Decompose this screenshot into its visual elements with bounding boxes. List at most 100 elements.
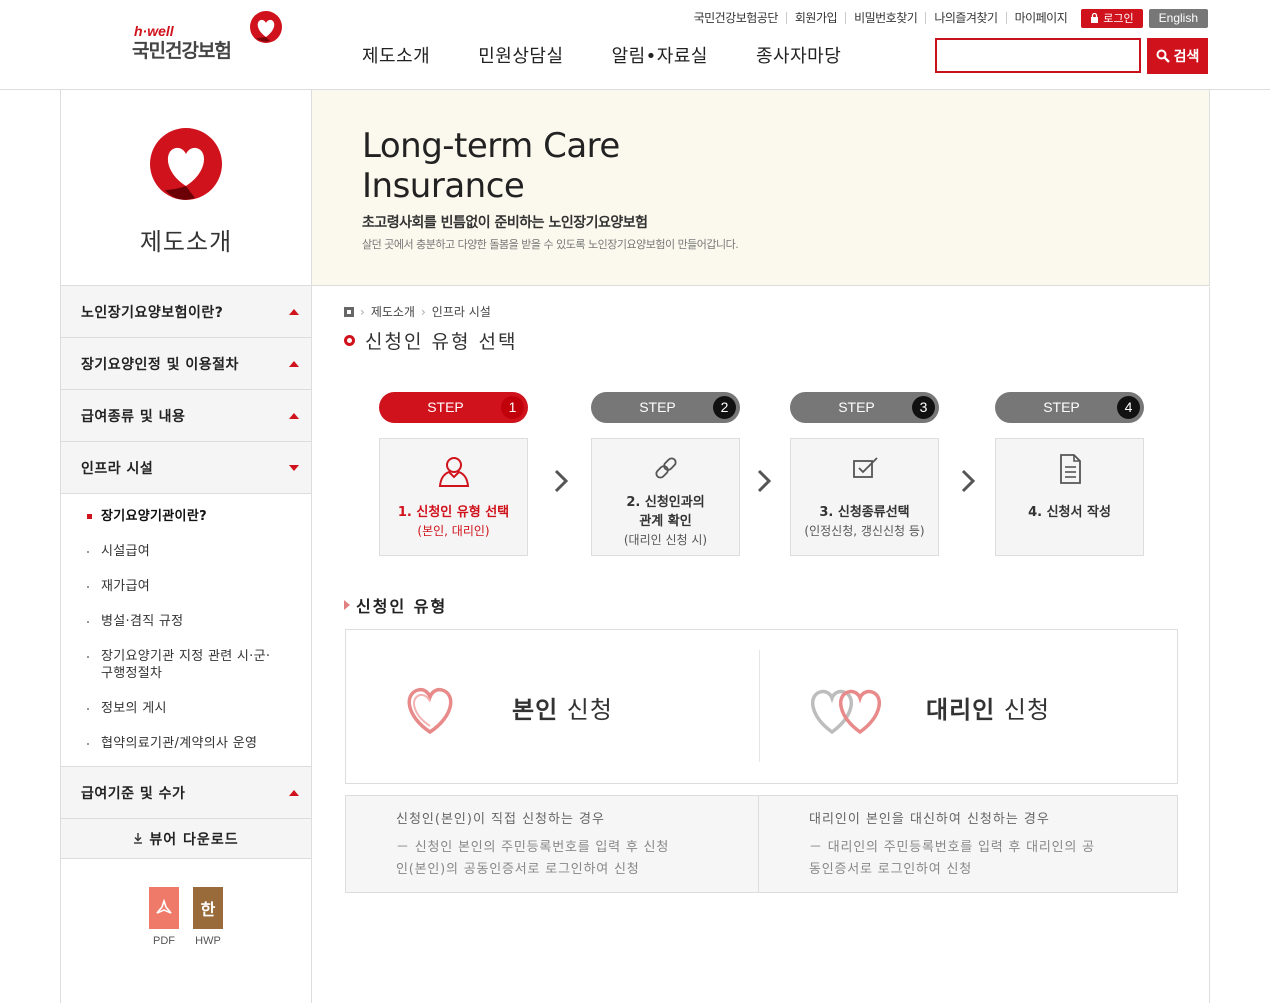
step-2: STEP 2 2. 신청인과의 관계 확인 (대리인 신청 시) bbox=[591, 392, 740, 556]
hwp-file-icon: 한 bbox=[193, 887, 223, 929]
step-box: 1. 신청인 유형 선택 (본인, 대리인) bbox=[379, 438, 528, 556]
page-title-text: 신청인 유형 선택 bbox=[365, 331, 518, 353]
step-pill-label: STEP bbox=[1043, 399, 1080, 415]
chevron-right-icon bbox=[757, 469, 772, 493]
step-4: STEP 4 4. 신청서 작성 bbox=[995, 392, 1144, 556]
main-content: › 제도소개 › 인프라 시설 신청인 유형 선택 STEP 1 1. 신청인 유… bbox=[312, 287, 1210, 1003]
submenu-item-institution[interactable]: 장기요양기관이란? bbox=[61, 508, 311, 525]
proxy-apply-bold: 대리인 bbox=[926, 696, 996, 724]
viewer-download-label: 뷰어 다운로드 bbox=[149, 831, 239, 848]
chevron-right-icon: › bbox=[420, 304, 426, 319]
proxy-apply-description: 대리인이 본인을 대신하여 신청하는 경우 － 대리인의 주민등록번호를 입력 … bbox=[758, 796, 1170, 892]
submenu-item-posting[interactable]: 정보의 게시 bbox=[61, 700, 311, 717]
step-pill: STEP 3 bbox=[790, 392, 939, 423]
chevron-right-icon: › bbox=[360, 304, 365, 319]
step-line1: 4. 신청서 작성 bbox=[1028, 505, 1111, 520]
caret-up-icon bbox=[289, 360, 299, 367]
banner-title-line2: Insurance bbox=[362, 166, 525, 206]
circle-bullet-icon bbox=[344, 335, 355, 346]
viewer-download-button[interactable]: 뷰어 다운로드 bbox=[61, 819, 311, 859]
search-input[interactable] bbox=[935, 38, 1141, 73]
step-line2: 관계 확인 bbox=[639, 514, 692, 529]
util-link-mypage[interactable]: 마이페이지 bbox=[1005, 12, 1076, 24]
util-link-join[interactable]: 회원가입 bbox=[785, 12, 845, 24]
description-heading: 신청인(본인)이 직접 신청하는 경우 bbox=[396, 812, 605, 827]
english-button[interactable]: English bbox=[1148, 8, 1208, 28]
banner: Long-term Care Insurance 초고령사회를 빈틈없이 준비하… bbox=[312, 90, 1210, 286]
search-button[interactable]: 검색 bbox=[1147, 38, 1208, 74]
self-apply-rest: 신청 bbox=[558, 696, 613, 724]
submenu-item-medical[interactable]: 협약의료기관/계약의사 운영 bbox=[61, 735, 311, 752]
home-icon[interactable] bbox=[344, 306, 354, 317]
chevron-right-icon bbox=[554, 469, 569, 493]
sidebar-item-standards[interactable]: 급여기준 및 수가 bbox=[61, 767, 311, 819]
proxy-apply-label: 대리인 신청 bbox=[926, 690, 1050, 725]
applicant-type-choice: 본인 신청 대리인 신청 bbox=[345, 629, 1178, 784]
triangle-bullet-icon bbox=[344, 600, 350, 610]
pdf-viewer-link[interactable]: PDF bbox=[149, 887, 179, 947]
applicant-type-descriptions: 신청인(본인)이 직접 신청하는 경우 － 신청인 본인의 주민등록번호를 입력… bbox=[345, 795, 1178, 893]
search-button-label: 검색 bbox=[1173, 49, 1200, 65]
section-title: 신청인 유형 bbox=[344, 593, 447, 617]
document-icon bbox=[1059, 454, 1081, 484]
gnb-item-consult[interactable]: 민원상담실 bbox=[478, 42, 563, 68]
proxy-apply-option[interactable]: 대리인 신청 bbox=[802, 630, 1050, 785]
login-button[interactable]: 로그인 bbox=[1081, 8, 1143, 28]
submenu-item-home[interactable]: 재가급여 bbox=[61, 578, 311, 595]
util-link-find-password[interactable]: 비밀번호찾기 bbox=[845, 12, 925, 24]
step-box: 4. 신청서 작성 bbox=[995, 438, 1144, 556]
banner-description: 살던 곳에서 충분하고 다양한 돌봄을 받을 수 있도록 노인장기요양보험이 만… bbox=[362, 238, 739, 251]
gnb-item-system[interactable]: 제도소개 bbox=[362, 42, 430, 68]
login-label: 로그인 bbox=[1103, 11, 1134, 25]
submenu-item-facility[interactable]: 시설급여 bbox=[61, 543, 311, 560]
pdf-file-icon bbox=[149, 887, 179, 929]
self-apply-label: 본인 신청 bbox=[512, 690, 613, 725]
logo[interactable]: h·well 국민건강보험 bbox=[132, 10, 292, 70]
viewer-files: PDF 한 HWP bbox=[61, 859, 311, 947]
self-apply-option[interactable]: 본인 신청 bbox=[398, 630, 613, 785]
util-link-nhis[interactable]: 국민건강보험공단 bbox=[686, 12, 786, 24]
step-1: STEP 1 1. 신청인 유형 선택 (본인, 대리인) bbox=[379, 392, 528, 556]
util-link-favorites[interactable]: 나의즐겨찾기 bbox=[925, 12, 1005, 24]
step-pill-label: STEP bbox=[639, 399, 676, 415]
sidebar-item-ltci[interactable]: 노인장기요양보험이란? bbox=[61, 286, 311, 338]
sidebar-item-label: 노인장기요양보험이란? bbox=[81, 304, 224, 321]
hwp-viewer-link[interactable]: 한 HWP bbox=[193, 887, 223, 947]
sidebar-item-label: 급여종류 및 내용 bbox=[81, 408, 186, 425]
sidebar-item-benefits[interactable]: 급여종류 및 내용 bbox=[61, 390, 311, 442]
double-heart-icon bbox=[810, 689, 882, 734]
caret-down-icon bbox=[289, 464, 299, 471]
sidebar-item-label: 장기요양인정 및 이용절차 bbox=[81, 356, 239, 373]
divider bbox=[759, 650, 760, 762]
step-box: 2. 신청인과의 관계 확인 (대리인 신청 시) bbox=[591, 438, 740, 556]
breadcrumb: › 제도소개 › 인프라 시설 bbox=[344, 303, 491, 320]
step-number: 3 bbox=[912, 396, 935, 419]
lock-icon bbox=[1091, 13, 1099, 23]
sidebar: 제도소개 노인장기요양보험이란? 장기요양인정 및 이용절차 급여종류 및 내용… bbox=[60, 90, 312, 1003]
sidebar-title: 제도소개 bbox=[139, 228, 233, 256]
search-icon bbox=[1156, 49, 1170, 63]
proxy-apply-rest: 신청 bbox=[995, 696, 1051, 724]
breadcrumb-item[interactable]: 제도소개 bbox=[371, 303, 415, 320]
breadcrumb-item[interactable]: 인프라 시설 bbox=[432, 303, 491, 320]
caret-up-icon bbox=[289, 308, 299, 315]
submenu-item-rules[interactable]: 병설·겸직 규정 bbox=[61, 613, 311, 630]
hwp-label: HWP bbox=[195, 935, 221, 947]
sidebar-item-procedure[interactable]: 장기요양인정 및 이용절차 bbox=[61, 338, 311, 390]
description-line: 인(본인)의 공동인증서로 로그인하여 신청 bbox=[396, 862, 640, 877]
heart-logo-icon bbox=[250, 11, 282, 43]
step-line3: (대리인 신청 시) bbox=[623, 533, 708, 547]
sidebar-header: 제도소개 bbox=[61, 90, 311, 286]
gnb-item-worker[interactable]: 종사자마당 bbox=[756, 42, 841, 68]
checkbox-edit-icon bbox=[852, 457, 878, 478]
submenu-item-admin-procedure[interactable]: 장기요양기관 지정 관련 시·군·구행정절차 bbox=[61, 648, 281, 682]
description-line: 동인증서로 로그인하여 신청 bbox=[809, 862, 972, 877]
banner-title: Long-term Care Insurance bbox=[362, 126, 620, 206]
header: h·well 국민건강보험 국민건강보험공단 회원가입 비밀번호찾기 나의즐겨찾… bbox=[0, 0, 1270, 90]
banner-subtitle: 초고령사회를 빈틈없이 준비하는 노인장기요양보험 bbox=[362, 215, 648, 231]
heart-emblem-icon bbox=[150, 128, 222, 200]
heart-outline-icon bbox=[407, 687, 453, 734]
gnb-item-notice[interactable]: 알림•자료실 bbox=[612, 42, 708, 68]
sidebar-item-infra[interactable]: 인프라 시설 bbox=[61, 442, 311, 494]
submenu: 장기요양기관이란? 시설급여 재가급여 병설·겸직 규정 장기요양기관 지정 관… bbox=[61, 494, 311, 767]
